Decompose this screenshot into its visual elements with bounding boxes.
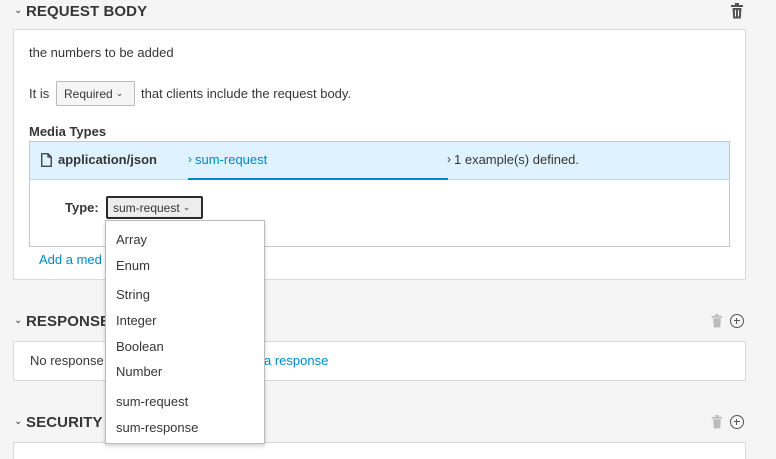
type-label: Type: [65, 200, 99, 215]
chevron-down-icon: ⌄ [182, 202, 191, 212]
type-select-value: sum-request [113, 200, 180, 215]
type-select[interactable]: sum-request ⌄ [106, 196, 203, 219]
required-select-value: Required [64, 86, 113, 101]
schema-ref-link[interactable]: sum-request [195, 152, 267, 167]
trash-icon[interactable] [730, 3, 744, 19]
add-media-type-link[interactable]: Add a med [39, 252, 102, 267]
request-body-title: REQUEST BODY [26, 2, 148, 20]
security-header[interactable]: ⌄ SECURITY I [14, 410, 111, 434]
chevron-down-icon[interactable]: ⌄ [14, 315, 26, 326]
security-title: SECURITY I [26, 413, 111, 431]
active-tab-indicator [188, 178, 448, 180]
add-response-link[interactable]: a response [264, 353, 328, 368]
required-suffix-label: that clients include the request body. [141, 86, 352, 101]
add-circle-icon[interactable] [730, 415, 744, 429]
responses-title: RESPONSE [26, 312, 111, 330]
responses-header[interactable]: ⌄ RESPONSE [14, 309, 110, 333]
type-dropdown-menu: Array Enum String Integer Boolean Number… [105, 220, 265, 444]
chevron-down-icon[interactable]: ⌄ [14, 416, 26, 427]
add-circle-icon[interactable] [730, 314, 744, 328]
security-panel [13, 442, 746, 459]
dropdown-option[interactable]: sum-response [116, 420, 198, 435]
chevron-down-icon[interactable]: ⌄ [14, 5, 26, 16]
file-icon [41, 153, 52, 167]
dropdown-option[interactable]: Array [116, 232, 147, 247]
dropdown-option[interactable]: String [116, 287, 150, 302]
request-body-description[interactable]: the numbers to be added [29, 45, 174, 60]
dropdown-option[interactable]: sum-request [116, 394, 188, 409]
trash-icon[interactable] [711, 415, 723, 429]
chevron-right-icon[interactable]: › [188, 152, 192, 166]
required-select[interactable]: Required ⌄ [56, 81, 135, 106]
media-types-heading: Media Types [29, 124, 107, 139]
examples-count[interactable]: 1 example(s) defined. [454, 152, 579, 167]
media-type-row[interactable]: application/json › sum-request › 1 examp… [30, 142, 729, 180]
request-body-header[interactable]: ⌄ REQUEST BODY [14, 0, 147, 23]
media-type-name: application/json [58, 152, 157, 167]
required-prefix-label: It is [29, 86, 50, 101]
dropdown-option[interactable]: Integer [116, 313, 156, 328]
dropdown-option[interactable]: Number [116, 364, 162, 379]
trash-icon[interactable] [711, 314, 723, 328]
responses-empty-text: No response [30, 353, 104, 368]
dropdown-option[interactable]: Boolean [116, 339, 164, 354]
chevron-down-icon: ⌄ [115, 88, 124, 98]
dropdown-option[interactable]: Enum [116, 258, 150, 273]
chevron-right-icon[interactable]: › [447, 152, 451, 166]
